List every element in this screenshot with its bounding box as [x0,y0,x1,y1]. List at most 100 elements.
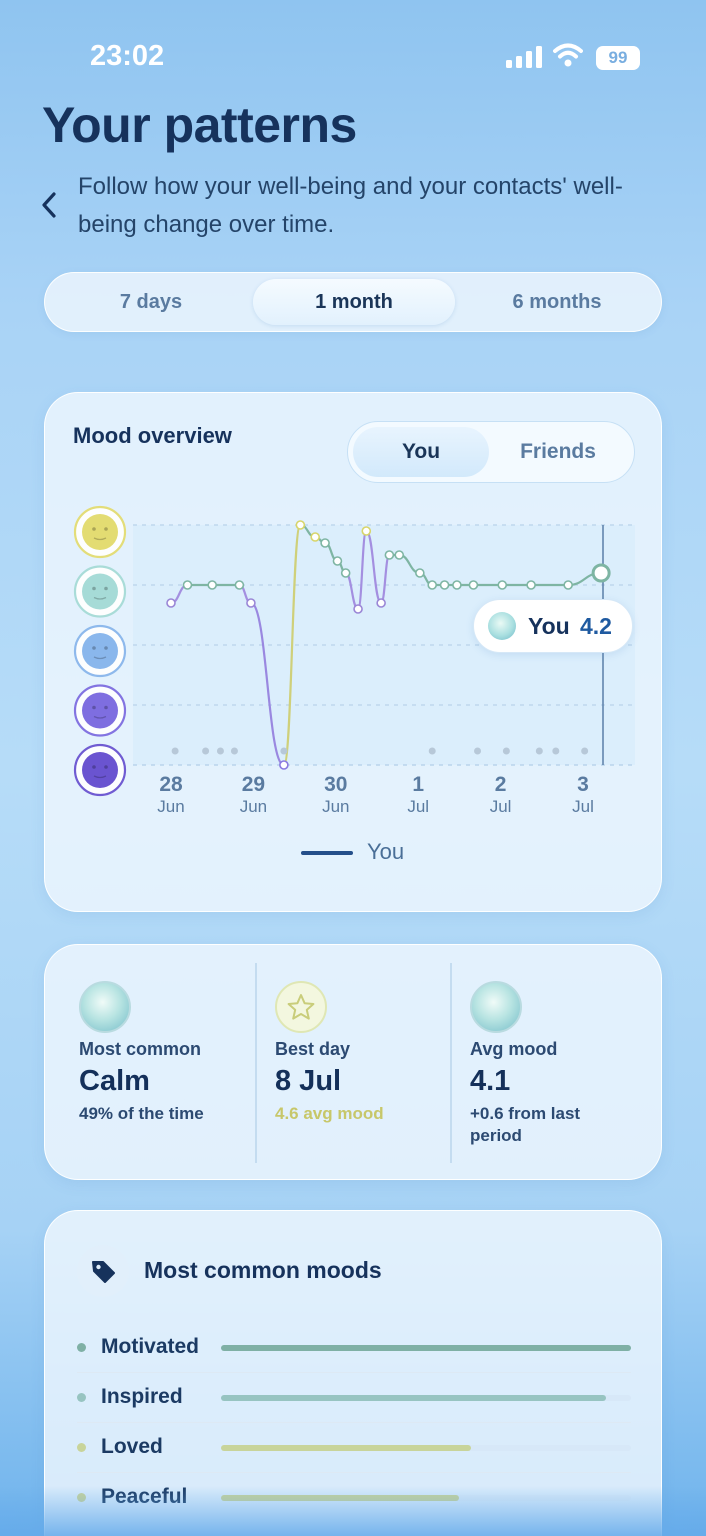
x-tick-month: Jun [157,797,184,816]
x-tick-day: 30 [324,773,347,796]
data-point [207,580,217,590]
x-tick-month: Jul [572,797,594,816]
wifi-icon [553,43,583,67]
chart-tooltip: You 4.2 [473,599,633,653]
face-eye [92,705,96,710]
no-entry-marker [202,747,210,755]
calm-face-icon [82,573,118,610]
sad-face-icon [82,752,118,788]
mood-row[interactable]: Loved [45,1423,663,1473]
no-entry-marker [280,747,288,755]
data-point [439,580,450,590]
x-tick-day: 2 [495,773,507,796]
tab-1-month[interactable]: 1 month [253,279,455,325]
mood-dot [77,1393,86,1402]
mood-bar-fill [221,1395,607,1401]
stat-sub: +0.6 from last period [470,1104,581,1145]
calm-face-icon [470,981,522,1033]
face-eye [104,586,108,591]
stat-sub: 4.6 avg mood [275,1104,384,1123]
data-point [234,580,245,590]
face-eye [92,646,96,650]
data-point [295,520,306,530]
data-point [332,556,343,566]
face-eye [92,527,96,531]
mood-dot [77,1343,86,1352]
data-point [279,760,289,770]
back-chevron-icon[interactable] [36,188,62,222]
mood-row[interactable]: Motivated [45,1323,663,1373]
legend-label: You [367,839,405,864]
data-point [340,568,351,578]
data-point [452,580,462,590]
no-entry-marker [502,747,510,755]
stat-most-common: Most common Calm 49% of the time [45,945,241,1181]
face-eye [92,586,96,591]
tab-7-days[interactable]: 7 days [53,279,249,325]
mood-bar-fill [221,1345,631,1351]
stat-value: 4.1 [470,1065,511,1097]
data-point [361,526,372,536]
no-entry-marker [230,747,238,755]
stat-sub: 49% of the time [79,1104,204,1123]
mood-row[interactable]: Inspired [45,1373,663,1423]
stat-value: Calm [79,1065,150,1097]
data-point [563,580,573,590]
mood-bar-fill [221,1445,472,1451]
data-point [310,532,321,542]
x-tick-month: Jun [240,797,267,816]
x-tick-month: Jul [490,797,512,816]
no-entry-marker [216,747,224,755]
data-point [497,580,508,590]
data-point [353,604,363,614]
face-eye [104,646,108,650]
page-subtitle: Follow how your well-being and your cont… [78,173,623,238]
face-eye [104,527,108,531]
battery-indicator: 99 [596,46,640,70]
page-title: Your patterns [42,97,357,153]
x-tick-day: 3 [577,773,589,796]
star-icon [275,981,327,1033]
mood-bar-track [221,1445,631,1451]
data-point [246,598,256,608]
data-point [320,538,330,548]
bottom-fade [0,1486,706,1536]
mood-name: Motivated [101,1335,200,1358]
time-range-selector: 7 days 1 month 6 months [44,272,662,332]
cellular-signal-icon [506,46,542,68]
face-eye [104,765,108,769]
tag-icon [77,1245,129,1297]
stat-label: Most common [79,1039,202,1059]
legend-swatch [301,851,353,855]
x-tick-day: 29 [242,773,265,796]
no-entry-marker [581,747,589,755]
calm-face-icon [79,981,131,1033]
tab-6-months[interactable]: 6 months [459,279,655,325]
face-eye [92,765,96,769]
mood-overview-card: Mood overview You Friends 28 Jun 29 Jun 30 Ju… [44,392,662,912]
mood-bar-track [221,1345,631,1351]
data-point [182,580,193,590]
stats-card: Most common Calm 49% of the time Best da… [44,944,662,1180]
no-entry-marker [535,747,543,755]
data-point [384,550,395,560]
x-tick-month: Jun [322,797,349,816]
tooltip-series-label: You [528,613,570,639]
face-eye [104,705,108,710]
data-point [526,580,536,590]
data-point [166,598,176,608]
mood-name: Loved [101,1435,163,1458]
joyful-face-icon [82,514,118,550]
calm-face-icon [488,612,516,640]
mood-dot [77,1443,86,1452]
mood-name: Inspired [101,1385,183,1408]
no-entry-marker [552,747,560,755]
tooltip-value: 4.2 [580,613,612,639]
x-tick-day: 1 [412,773,424,796]
neutral-face-icon [82,633,118,669]
stat-best-day: Best day 8 Jul 4.6 avg mood [241,945,437,1181]
data-point [376,598,386,608]
x-tick-day: 28 [159,773,183,796]
data-point [394,550,405,560]
no-entry-marker [474,747,482,755]
